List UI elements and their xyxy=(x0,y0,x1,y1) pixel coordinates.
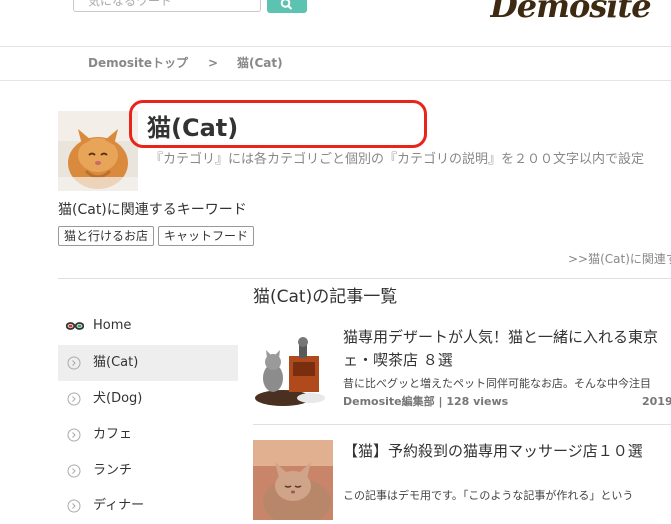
sidebar-item-dinner[interactable]: ディナー xyxy=(58,488,238,524)
glasses-icon xyxy=(66,322,84,330)
breadcrumb-divider xyxy=(0,80,671,81)
sidebar-item-label: ディナー xyxy=(93,498,145,513)
category-image xyxy=(58,111,138,191)
sidebar-item-cat[interactable]: 猫(Cat) xyxy=(58,345,238,381)
keywords-heading: 猫(Cat)に関連するキーワード xyxy=(58,202,247,218)
search-button[interactable] xyxy=(267,0,307,13)
breadcrumb-home-link[interactable]: Demositeトップ xyxy=(88,55,188,71)
sidebar-item-label: カフェ xyxy=(93,427,133,442)
category-description: 『カテゴリ』には各カテゴリごと個別の『カテゴリの説明』を２００文字以内で設定 xyxy=(150,152,645,167)
circle-arrow-icon xyxy=(67,428,81,442)
breadcrumb-separator: > xyxy=(208,56,219,70)
sidebar-item-cafe[interactable]: カフェ xyxy=(58,417,238,453)
article-excerpt: 昔に比べグッと増えたペット同伴可能なお店。そんな中今注目 xyxy=(343,377,651,390)
circle-arrow-icon xyxy=(67,464,81,478)
article-date: 2019 xyxy=(642,395,671,408)
sidebar-item-home[interactable]: Home xyxy=(58,308,238,344)
keyword-tag[interactable]: キャットフード xyxy=(158,226,255,246)
sidebar-item-label: 犬(Dog) xyxy=(93,391,143,406)
article-meta: Demosite編集部 | 128 views xyxy=(343,395,509,408)
article-divider xyxy=(253,424,671,425)
related-more-link[interactable]: >>猫(Cat)に関連す xyxy=(568,251,671,267)
title-highlight-box xyxy=(129,100,427,148)
search-input[interactable]: 気になるワード xyxy=(73,0,261,12)
section-divider xyxy=(58,278,671,279)
sidebar-item-label: ランチ xyxy=(93,463,133,478)
article-title[interactable]: 【猫】予約殺到の猫専用マッサージ店１０選 xyxy=(343,440,671,463)
header-divider xyxy=(0,46,671,47)
article-thumbnail[interactable] xyxy=(253,440,333,520)
keyword-tag[interactable]: 猫と行けるお店 xyxy=(58,226,155,246)
article-title[interactable]: 猫専用デザートが人気！猫と一緒に入れる東京 ェ・喫茶店 ８選 xyxy=(343,326,671,372)
search-icon xyxy=(280,0,293,10)
article-thumbnail[interactable] xyxy=(253,326,333,406)
sidebar-item-lunch[interactable]: ランチ xyxy=(58,453,238,489)
circle-arrow-icon xyxy=(67,356,81,370)
circle-arrow-icon xyxy=(67,392,81,406)
site-logo[interactable]: Demosite xyxy=(490,0,671,28)
sidebar-item-dog[interactable]: 犬(Dog) xyxy=(58,381,238,417)
article-excerpt: この記事はデモ用です。「このような記事が作れる」という xyxy=(343,489,634,502)
article-list-heading: 猫(Cat)の記事一覧 xyxy=(253,287,398,307)
sidebar-item-label: Home xyxy=(93,318,132,333)
breadcrumb-current: 猫(Cat) xyxy=(237,56,283,70)
sidebar-item-label: 猫(Cat) xyxy=(93,355,139,370)
circle-arrow-icon xyxy=(67,499,81,513)
